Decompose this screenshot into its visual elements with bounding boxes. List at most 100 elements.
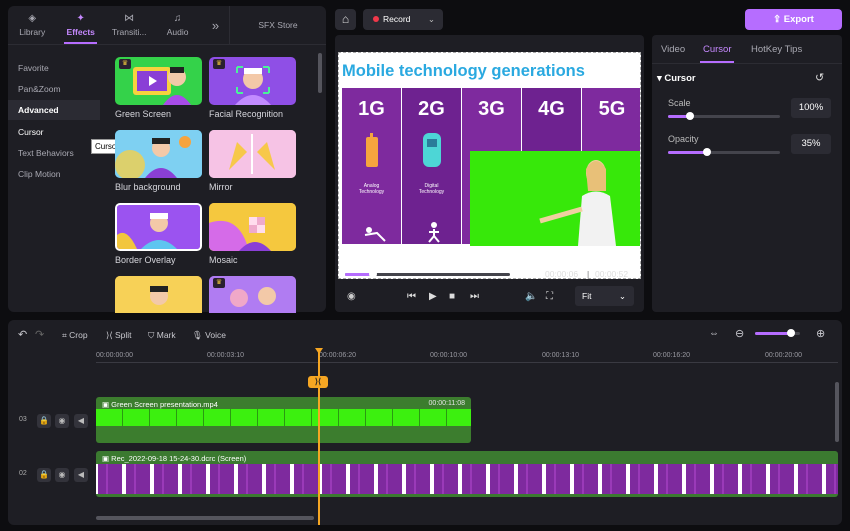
- video-clip-icon: ▣: [102, 454, 112, 463]
- effect-label: Facial Recognition: [209, 109, 284, 119]
- lock-icon[interactable]: 🔒: [37, 414, 51, 428]
- tab-audio[interactable]: ♫ Audio: [153, 6, 201, 44]
- track-number: 02: [19, 470, 27, 477]
- effects-scrollbar[interactable]: [318, 53, 322, 93]
- scale-slider-handle[interactable]: [686, 112, 694, 120]
- section-header[interactable]: ▾ Cursor: [657, 73, 696, 84]
- opacity-label: Opacity: [668, 134, 699, 144]
- clip-title: ▣ Rec_2022-09-18 15-24-30.dcrc (Screen): [102, 454, 247, 463]
- stop-icon[interactable]: ■: [449, 291, 455, 302]
- tab-hotkey-tips[interactable]: HotKey Tips: [751, 44, 802, 55]
- tab-transitions[interactable]: ⋈ Transiti...: [105, 6, 153, 44]
- chevron-down-icon: ⌄: [618, 291, 626, 301]
- voice-button[interactable]: 🎙 Voice: [192, 330, 226, 341]
- undo-icon[interactable]: ↶: [18, 328, 27, 341]
- export-button[interactable]: ⇪ Export: [745, 9, 842, 30]
- gen-label: 1G: [358, 98, 385, 120]
- zoom-in-icon[interactable]: ⊕: [816, 327, 825, 340]
- mark-button[interactable]: ⛉ Mark: [148, 330, 176, 341]
- timeline-horizontal-scrollbar[interactable]: [96, 516, 314, 520]
- tab-video[interactable]: Video: [661, 44, 685, 55]
- effect-blur-background[interactable]: [115, 130, 202, 178]
- clip-frames: [96, 464, 838, 494]
- tab-effects[interactable]: ✦ Effects: [56, 6, 104, 44]
- chevron-down-icon: ⌄: [427, 14, 435, 24]
- tab-library[interactable]: ◈ Library: [8, 6, 56, 44]
- effect-label: Mirror: [209, 182, 233, 192]
- gen-caption: Analog Technology: [358, 183, 385, 195]
- tab-sfx-store[interactable]: SFX Store: [229, 6, 326, 44]
- split-button[interactable]: ⟩⟨ Split: [106, 330, 132, 341]
- effects-panel: Favorite Pan&Zoom Advanced Cursor Text B…: [8, 44, 326, 313]
- video-clip-icon: ▣: [102, 400, 112, 409]
- presenter-figure: [539, 160, 616, 246]
- zoom-fit-select[interactable]: Fit ⌄: [575, 286, 634, 306]
- play-icon[interactable]: ▶: [429, 291, 437, 302]
- category-advanced[interactable]: Advanced: [8, 100, 100, 120]
- lock-icon[interactable]: 🔒: [37, 468, 51, 482]
- effect-label: Blur background: [115, 182, 181, 192]
- timeline-clip-green-screen[interactable]: ▣ Green Screen presentation.mp4 00:00:11…: [96, 397, 471, 443]
- eye-icon[interactable]: ◉: [55, 414, 69, 428]
- premium-crown-icon: ♛: [119, 59, 131, 69]
- category-cursor[interactable]: Cursor: [18, 127, 44, 137]
- record-icon: [373, 16, 379, 22]
- gen-caption: Digital Technology: [418, 183, 445, 195]
- effect-label: Border Overlay: [115, 255, 176, 265]
- next-frame-icon[interactable]: ⏭: [470, 291, 479, 302]
- tab-cursor[interactable]: Cursor: [703, 44, 732, 55]
- zoom-out-icon[interactable]: ⊖: [735, 327, 744, 340]
- playback-handle[interactable]: [369, 270, 377, 278]
- ruler-tick-label: 00:00:16:20: [653, 352, 690, 359]
- sparkle-icon: ✦: [76, 12, 85, 24]
- opacity-value[interactable]: 35%: [791, 134, 831, 154]
- previous-frame-icon[interactable]: ⏮: [407, 291, 416, 302]
- crop-button[interactable]: ⌗ Crop: [62, 330, 88, 341]
- opacity-slider-handle[interactable]: [703, 148, 711, 156]
- green-screen-overlay[interactable]: [470, 151, 640, 246]
- reset-icon[interactable]: ↺: [815, 71, 824, 84]
- effect-green-screen[interactable]: ♛: [115, 57, 202, 105]
- home-button[interactable]: ⌂: [335, 9, 356, 30]
- preview-canvas[interactable]: Mobile technology generations 1G Analog …: [338, 52, 641, 279]
- effect-mosaic[interactable]: [209, 203, 296, 251]
- redo-icon[interactable]: ↷: [35, 328, 44, 341]
- effect-border-overlay[interactable]: [115, 203, 202, 251]
- divider: [652, 63, 842, 64]
- effect-label: Mosaic: [209, 255, 238, 265]
- timeline-vertical-scrollbar[interactable]: [835, 382, 839, 442]
- speaker-icon[interactable]: ◀: [74, 468, 88, 482]
- effect-facial-recognition[interactable]: ♛: [209, 57, 296, 105]
- total-time: 00:00:52: [595, 269, 629, 279]
- fit-timeline-icon[interactable]: ⇔: [709, 328, 719, 339]
- category-favorite[interactable]: Favorite: [18, 63, 49, 73]
- speaker-icon[interactable]: ◀: [74, 414, 88, 428]
- category-text-behaviors[interactable]: Text Behaviors: [18, 148, 74, 158]
- category-clip-motion[interactable]: Clip Motion: [18, 169, 61, 179]
- effect-mirror[interactable]: [209, 130, 296, 178]
- effect-thumbnail[interactable]: ♛: [209, 276, 296, 313]
- gen-label: 4G: [538, 98, 565, 120]
- category-pan-zoom[interactable]: Pan&Zoom: [18, 84, 61, 94]
- timeline-clip-screen-recording[interactable]: ▣ Rec_2022-09-18 15-24-30.dcrc (Screen): [96, 451, 838, 497]
- volume-icon[interactable]: 🔈: [525, 291, 537, 302]
- effect-thumbnail[interactable]: [115, 276, 202, 313]
- clip-title: ▣ Green Screen presentation.mp4: [102, 400, 218, 409]
- scale-value[interactable]: 100%: [791, 98, 831, 118]
- ruler-line: [96, 362, 838, 363]
- camera-icon[interactable]: ◉: [347, 291, 356, 302]
- eye-icon[interactable]: ◉: [55, 468, 69, 482]
- clip-duration: 00:00:11:08: [428, 400, 465, 407]
- ruler-tick-label: 00:00:06:20: [319, 352, 356, 359]
- fullscreen-icon[interactable]: ⛶: [546, 291, 553, 302]
- track-number: 03: [19, 416, 27, 423]
- preview-panel: Mobile technology generations 1G Analog …: [335, 35, 644, 312]
- properties-panel: Video Cursor HotKey Tips ▾ Cursor ↺ Scal…: [652, 35, 842, 312]
- timeline-zoom-handle[interactable]: [787, 329, 795, 337]
- split-marker-icon[interactable]: ⟩⟨: [308, 376, 328, 388]
- layers-icon: ◈: [28, 12, 37, 24]
- record-button[interactable]: Record ⌄: [363, 9, 443, 30]
- more-tabs-button[interactable]: »: [202, 6, 229, 44]
- gen-column: 1G Analog Technology: [342, 88, 401, 244]
- microphone-icon: 🎙: [192, 330, 206, 340]
